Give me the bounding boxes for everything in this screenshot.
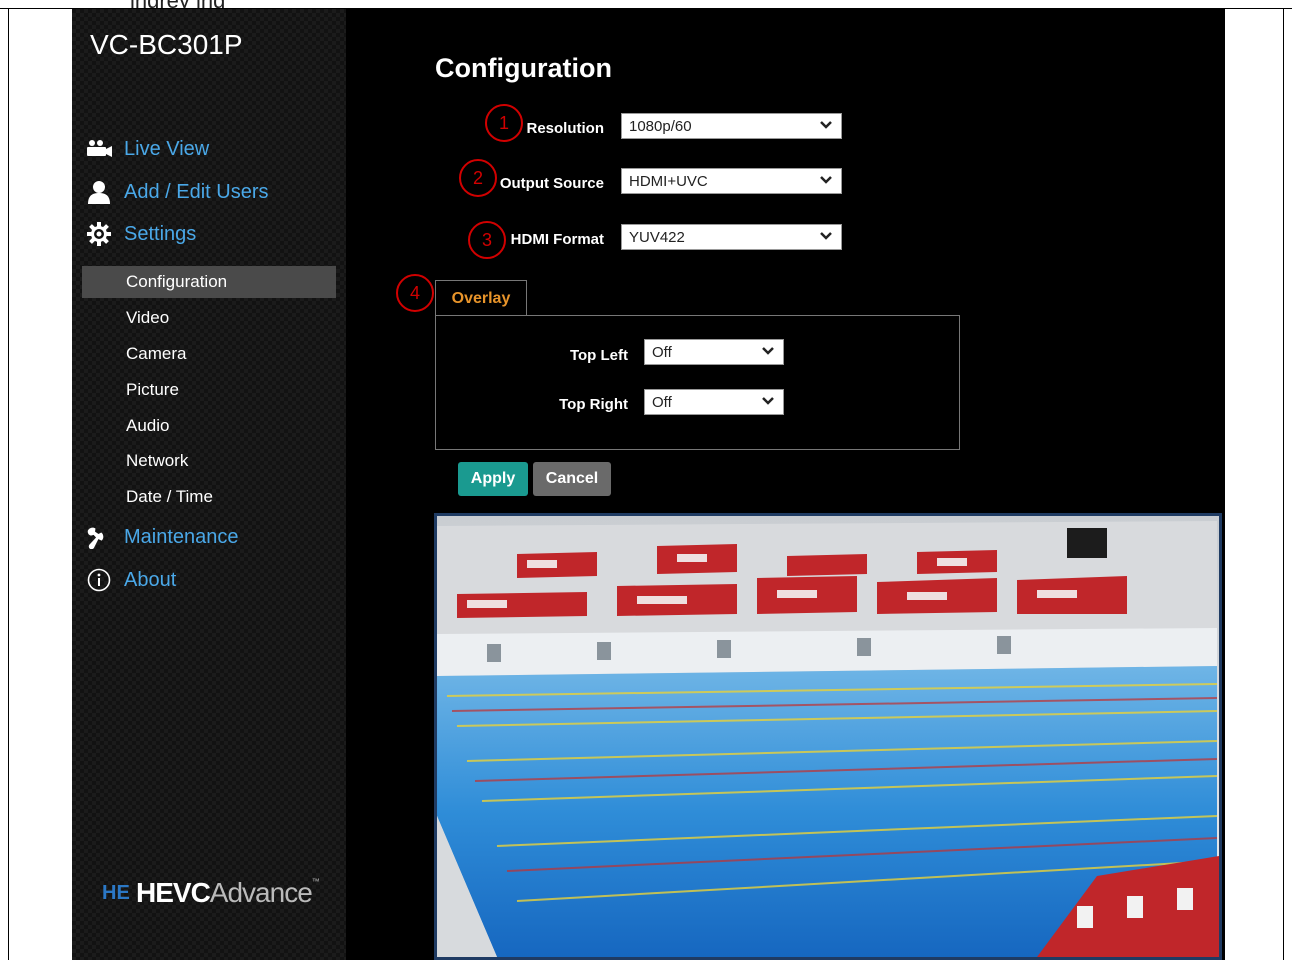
top-right-label: Top Right [559,395,628,413]
hdmi-format-value: YUV422 [629,228,685,246]
camera-web-ui: VC-BC301P Live View Add / Edit Users Set… [72,9,1225,960]
subnav-label: Video [126,308,170,327]
cancel-button[interactable]: Cancel [533,462,611,496]
wrench-icon [84,524,114,550]
top-left-row: Top Left [542,341,628,369]
overlay-panel [435,315,960,450]
subnav-camera[interactable]: Camera [82,338,336,370]
resolution-label: Resolution [526,119,605,137]
subnav-network[interactable]: Network [82,445,336,477]
nav-about[interactable]: About [84,565,176,595]
subnav-configuration[interactable]: Configuration [82,266,336,298]
hevc-logo-mark: HE [102,882,130,904]
subnav-label: Audio [126,416,170,435]
output-source-select[interactable]: HDMI+UVC [621,168,842,194]
hevc-advance-logo: HE HEVC Advance ™ [102,877,320,909]
nav-maintenance-label: Maintenance [124,525,239,548]
subnav-audio[interactable]: Audio [82,410,336,442]
nav-live-view-label: Live View [124,137,210,160]
output-source-row: Output Source [484,169,604,197]
subnav-video[interactable]: Video [82,302,336,334]
hdmi-format-row: HDMI Format [492,225,604,253]
output-source-value: HDMI+UVC [629,172,708,190]
subnav-label: Camera [126,344,187,363]
resolution-row: Resolution [512,114,605,142]
hevc-logo-suffix: Advance [209,877,313,908]
nav-settings[interactable]: Settings [84,219,196,249]
chevron-down-icon [762,347,774,355]
live-preview-image [434,513,1222,960]
device-name: VC-BC301P [90,29,243,60]
resolution-value: 1080p/60 [629,117,692,135]
top-left-value: Off [652,343,672,361]
camera-people-icon [84,136,114,162]
hevc-logo-brand: HEVC [136,877,211,908]
top-left-select[interactable]: Off [644,339,784,365]
hevc-logo-tm: ™ [311,877,320,886]
sidebar: VC-BC301P Live View Add / Edit Users Set… [72,9,346,960]
hdmi-format-label: HDMI Format [510,230,604,248]
frame-right-border [1283,8,1284,960]
subnav-label: Configuration [126,272,228,291]
resolution-select[interactable]: 1080p/60 [621,113,842,139]
top-right-select[interactable]: Off [644,389,784,415]
subnav-label: Network [126,451,189,470]
subnav-label: Picture [126,380,179,399]
page-title: Configuration [435,53,612,83]
apply-button[interactable]: Apply [458,462,528,496]
top-right-row: Top Right [532,390,628,418]
nav-add-edit-users[interactable]: Add / Edit Users [84,177,269,207]
nav-users-label: Add / Edit Users [124,180,269,203]
nav-settings-label: Settings [124,222,197,245]
chevron-down-icon [820,176,832,184]
tab-overlay[interactable]: Overlay [435,280,527,316]
nav-maintenance[interactable]: Maintenance [84,522,239,552]
chevron-down-icon [820,232,832,240]
top-left-label: Top Left [569,346,628,364]
gear-icon [84,221,114,247]
chevron-down-icon [762,397,774,405]
subnav-date-time[interactable]: Date / Time [82,481,336,513]
user-icon [84,179,114,205]
subnav-picture[interactable]: Picture [82,374,336,406]
nav-about-label: About [124,568,177,591]
hdmi-format-select[interactable]: YUV422 [621,224,842,250]
frame-left-border [8,8,9,960]
top-right-value: Off [652,393,672,411]
chevron-down-icon [820,121,832,129]
pool-photo [437,516,1219,957]
callout-4: 4 [396,274,434,312]
info-icon [84,567,114,593]
nav-live-view[interactable]: Live View [84,134,209,164]
subnav-label: Date / Time [126,487,213,506]
output-source-label: Output Source [499,174,604,192]
